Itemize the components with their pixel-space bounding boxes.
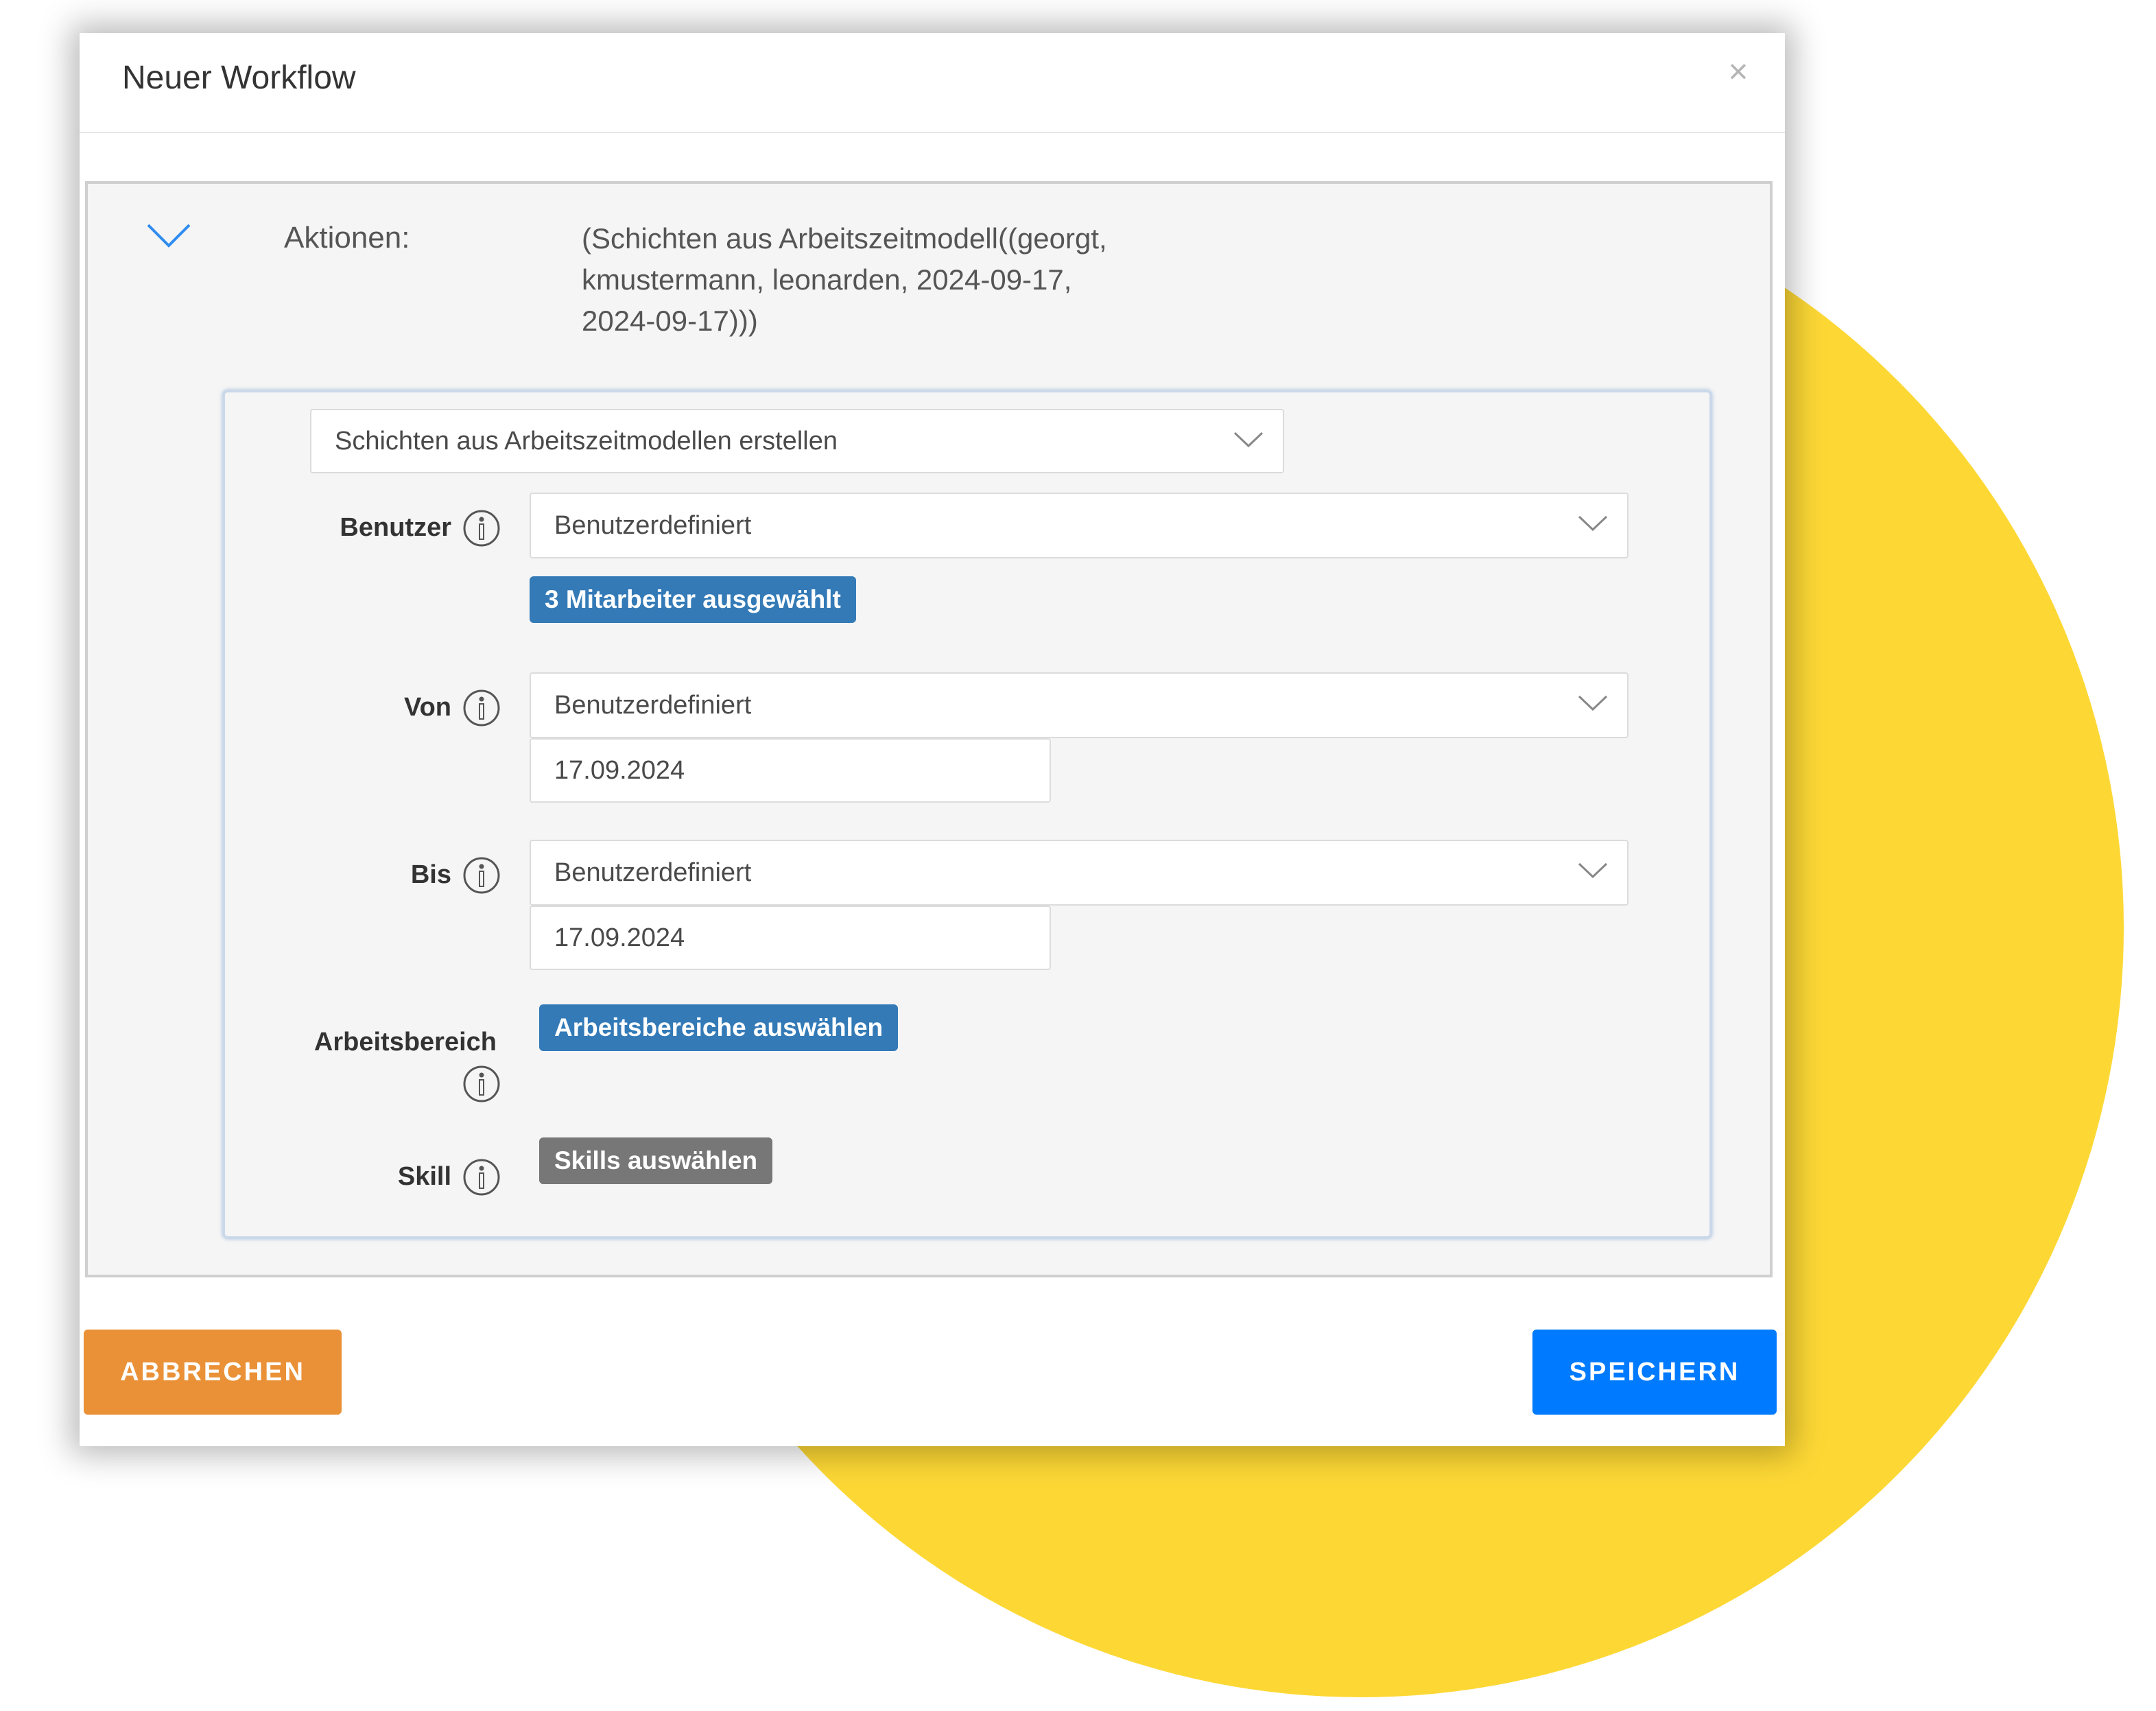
actions-summary: (Schichten aus Arbeitszeitmodell((georgt… xyxy=(582,218,1158,342)
benutzer-select[interactable]: Benutzerdefiniert xyxy=(530,493,1628,558)
benutzer-select-value: Benutzerdefiniert xyxy=(554,511,752,540)
select-workareas-button[interactable]: Arbeitsbereiche auswählen xyxy=(539,1004,899,1051)
von-select[interactable]: Benutzerdefiniert xyxy=(530,672,1628,738)
save-button[interactable]: SPEICHERN xyxy=(1532,1330,1777,1415)
action-type-value: Schichten aus Arbeitszeitmodellen erstel… xyxy=(335,427,838,456)
actions-label: Aktionen: xyxy=(284,221,410,255)
info-icon[interactable] xyxy=(462,856,501,895)
skill-label: Skill xyxy=(397,1162,451,1191)
modal-header: Neuer Workflow × xyxy=(80,33,1785,133)
info-icon[interactable] xyxy=(462,689,501,727)
actions-summary-line: (Schichten aus Arbeitszeitmodell((georgt… xyxy=(582,222,1107,255)
chevron-down-icon[interactable] xyxy=(145,221,192,251)
bis-select-value: Benutzerdefiniert xyxy=(554,858,752,887)
modal-title: Neuer Workflow xyxy=(122,60,356,96)
close-button[interactable]: × xyxy=(1719,52,1757,91)
select-skills-button[interactable]: Skills auswählen xyxy=(539,1137,773,1184)
von-date-input[interactable] xyxy=(530,738,1051,803)
chevron-down-icon xyxy=(1578,695,1608,711)
action-type-select[interactable]: Schichten aus Arbeitszeitmodellen erstel… xyxy=(310,409,1284,473)
action-editor: Schichten aus Arbeitszeitmodellen erstel… xyxy=(222,390,1712,1239)
chevron-down-icon xyxy=(1233,432,1264,448)
info-icon[interactable] xyxy=(462,1158,501,1196)
chevron-down-icon xyxy=(1578,862,1608,879)
selected-employees-badge[interactable]: 3 Mitarbeiter ausgewählt xyxy=(530,576,856,623)
actions-summary-line: 2024-09-17))) xyxy=(582,305,758,337)
actions-summary-line: kmustermann, leonarden, 2024-09-17, xyxy=(582,263,1072,296)
actions-panel: Aktionen: (Schichten aus Arbeitszeitmode… xyxy=(85,181,1773,1277)
workflow-modal: Neuer Workflow × Aktionen: (Schichten au… xyxy=(80,33,1785,1446)
info-icon[interactable] xyxy=(462,1065,501,1103)
bis-select[interactable]: Benutzerdefiniert xyxy=(530,840,1628,906)
bis-label: Bis xyxy=(410,860,451,889)
chevron-down-icon xyxy=(1578,515,1608,532)
info-icon[interactable] xyxy=(462,509,501,547)
benutzer-label: Benutzer xyxy=(340,513,451,542)
von-select-value: Benutzerdefiniert xyxy=(554,691,752,720)
von-label: Von xyxy=(404,693,451,722)
bis-date-input[interactable] xyxy=(530,906,1051,970)
cancel-button[interactable]: ABBRECHEN xyxy=(84,1330,342,1415)
arbeitsbereich-label: Arbeitsbereich xyxy=(313,1028,497,1057)
